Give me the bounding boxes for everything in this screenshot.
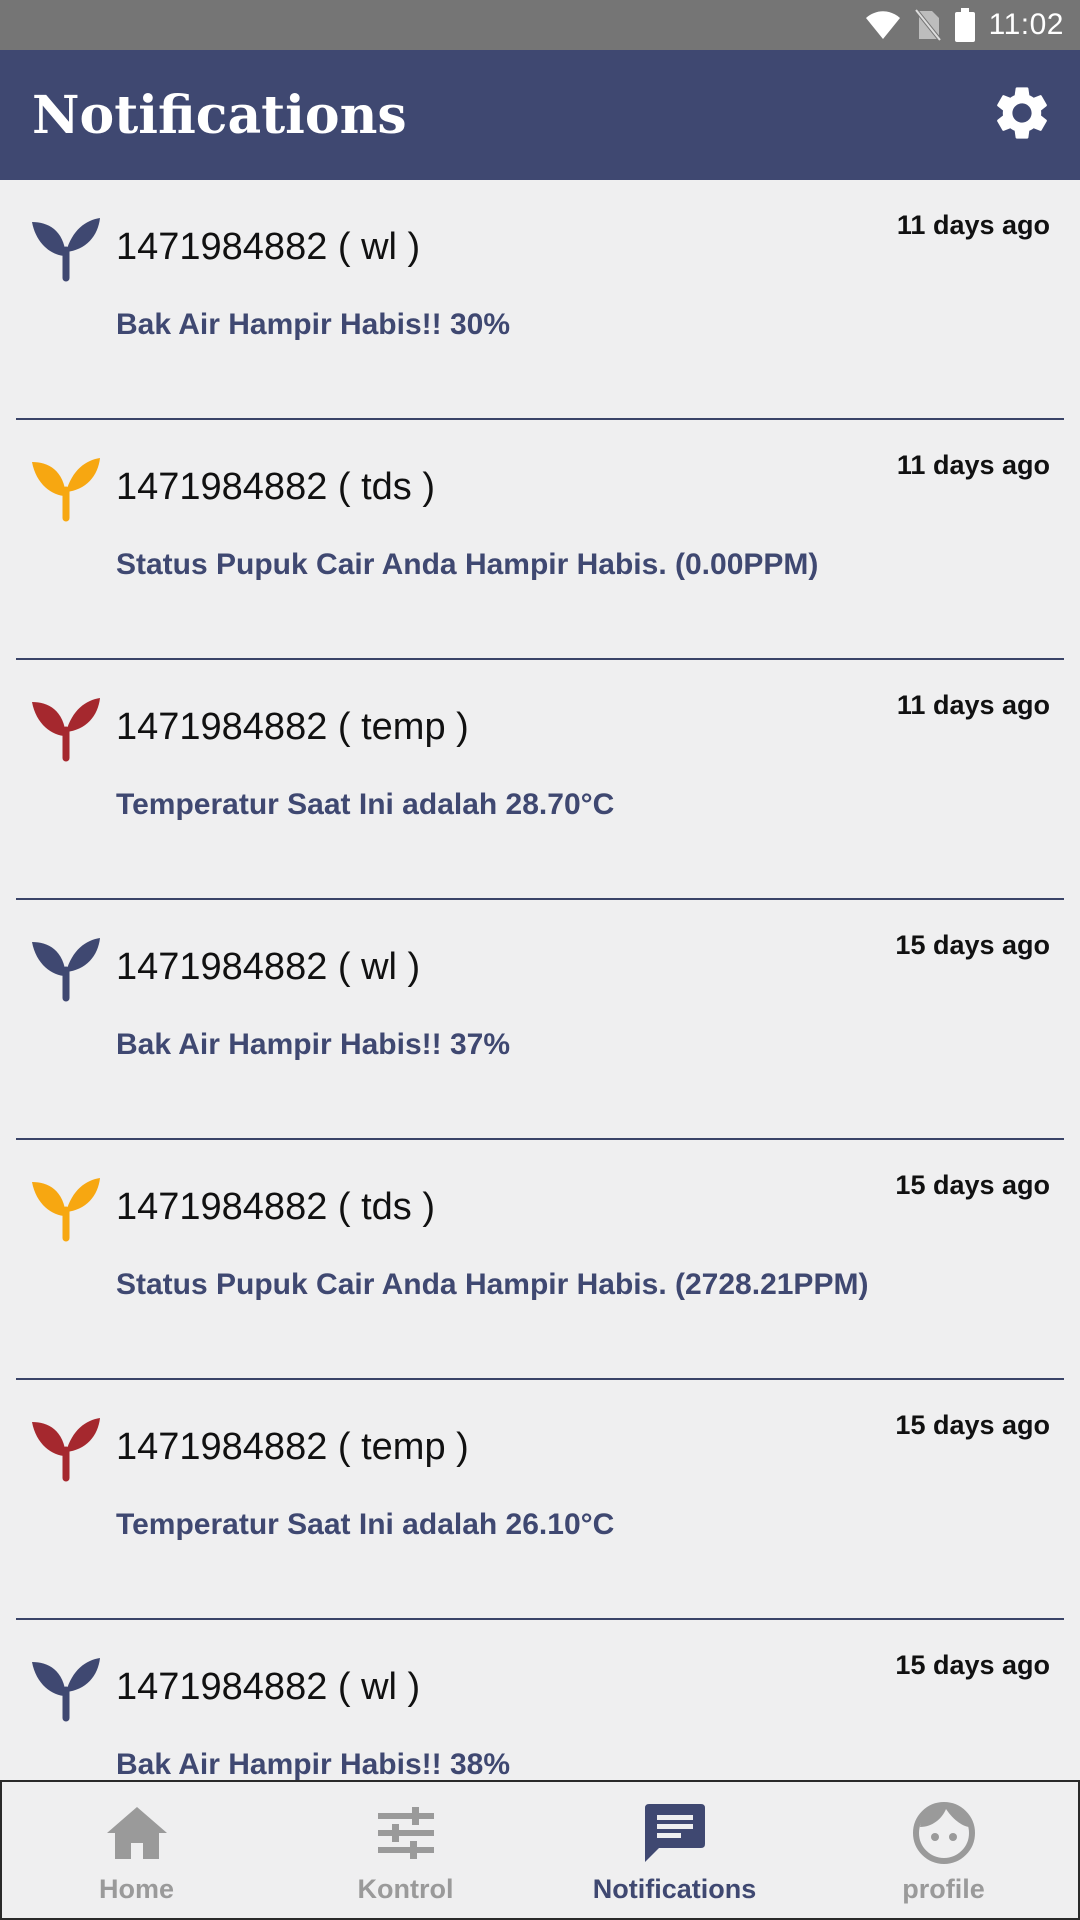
sliders-icon bbox=[371, 1798, 441, 1868]
gear-icon bbox=[990, 81, 1054, 150]
notification-title: 1471984882 ( tds ) bbox=[116, 1186, 436, 1228]
notification-message: Temperatur Saat Ini adalah 26.10°C bbox=[116, 1508, 615, 1541]
notification-message: Status Pupuk Cair Anda Hampir Habis. (0.… bbox=[116, 548, 819, 581]
battery-icon bbox=[954, 8, 975, 42]
no-sim-icon bbox=[914, 9, 941, 41]
nav-tab-home[interactable]: Home bbox=[2, 1782, 271, 1918]
bottom-nav: Home Kontrol Notifications profile bbox=[0, 1780, 1080, 1920]
notification-item[interactable]: 1471984882 ( temp ) 15 days ago Temperatur… bbox=[16, 1380, 1064, 1620]
notification-item[interactable]: 1471984882 ( wl ) 15 days ago Bak Air Hamp… bbox=[16, 900, 1064, 1140]
notification-item[interactable]: 1471984882 ( tds ) 15 days ago Status Pupu… bbox=[16, 1140, 1064, 1380]
notification-time: 11 days ago bbox=[896, 690, 1050, 720]
notification-message: Temperatur Saat Ini adalah 28.70°C bbox=[116, 788, 615, 821]
sprout-icon bbox=[30, 696, 102, 764]
notification-message: Bak Air Hampir Habis!! 37% bbox=[116, 1028, 511, 1061]
settings-button[interactable] bbox=[988, 81, 1056, 149]
nav-tab-profile[interactable]: profile bbox=[809, 1782, 1078, 1918]
status-time: 11:02 bbox=[988, 8, 1064, 41]
sprout-icon bbox=[30, 216, 102, 284]
notification-message: Bak Air Hampir Habis!! 38% bbox=[116, 1748, 511, 1780]
notification-list[interactable]: 1471984882 ( wl ) 11 days ago Bak Air Hamp… bbox=[0, 180, 1080, 1780]
notification-time: 11 days ago bbox=[896, 210, 1050, 240]
nav-tab-notifications[interactable]: Notifications bbox=[540, 1782, 809, 1918]
sprout-icon bbox=[30, 1176, 102, 1244]
notification-title: 1471984882 ( temp ) bbox=[116, 706, 469, 748]
sprout-icon bbox=[30, 936, 102, 1004]
notification-item[interactable]: 1471984882 ( tds ) 11 days ago Status Pupu… bbox=[16, 420, 1064, 660]
notification-time: 15 days ago bbox=[895, 930, 1050, 960]
page-title: Notifications bbox=[32, 84, 407, 146]
nav-tab-kontrol[interactable]: Kontrol bbox=[271, 1782, 540, 1918]
notification-message: Status Pupuk Cair Anda Hampir Habis. (27… bbox=[116, 1268, 869, 1301]
nav-label: Home bbox=[98, 1874, 174, 1904]
notification-item[interactable]: 1471984882 ( wl ) 11 days ago Bak Air Hamp… bbox=[16, 180, 1064, 420]
notification-title: 1471984882 ( wl ) bbox=[116, 1666, 421, 1708]
notification-time: 15 days ago bbox=[895, 1170, 1050, 1200]
notification-title: 1471984882 ( wl ) bbox=[116, 226, 421, 268]
notification-title: 1471984882 ( temp ) bbox=[116, 1426, 469, 1468]
notification-time: 15 days ago bbox=[895, 1410, 1050, 1440]
wifi-icon bbox=[865, 10, 901, 40]
sprout-icon bbox=[30, 1416, 102, 1484]
status-bar: 11:02 bbox=[0, 0, 1080, 50]
sprout-icon bbox=[30, 456, 102, 524]
notification-item[interactable]: 1471984882 ( temp ) 11 days ago Temperatur… bbox=[16, 660, 1064, 900]
notification-title: 1471984882 ( tds ) bbox=[116, 466, 436, 508]
home-icon bbox=[102, 1798, 172, 1868]
app-bar: Notifications bbox=[0, 50, 1080, 180]
notification-message: Bak Air Hampir Habis!! 30% bbox=[116, 308, 511, 341]
sprout-icon bbox=[30, 1656, 102, 1724]
message-icon bbox=[640, 1798, 710, 1868]
nav-label: profile bbox=[902, 1874, 985, 1904]
nav-label: Kontrol bbox=[357, 1874, 454, 1904]
nav-label: Notifications bbox=[592, 1874, 757, 1904]
notification-item[interactable]: 1471984882 ( wl ) 15 days ago Bak Air Hamp… bbox=[16, 1620, 1064, 1780]
face-icon bbox=[909, 1798, 979, 1868]
notification-title: 1471984882 ( wl ) bbox=[116, 946, 421, 988]
notification-time: 15 days ago bbox=[895, 1650, 1050, 1680]
notification-time: 11 days ago bbox=[896, 450, 1050, 480]
